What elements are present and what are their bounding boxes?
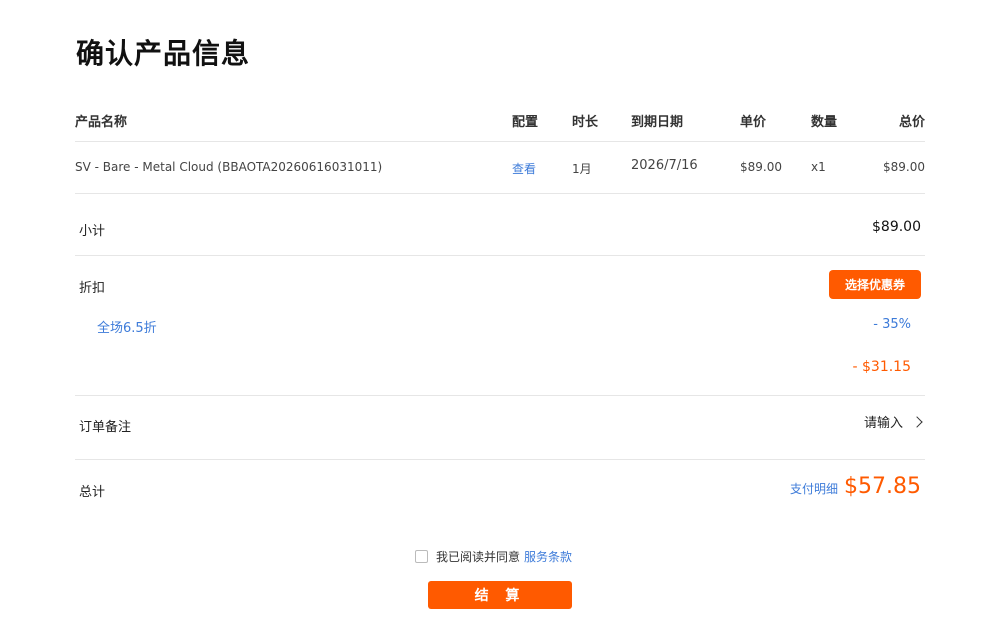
subtotal-label: 小计 — [79, 224, 106, 239]
agree-checkbox[interactable] — [415, 550, 428, 563]
payment-detail-link[interactable]: 支付明细 — [790, 480, 838, 497]
header-unit-price: 单价 — [740, 115, 767, 130]
agreement: 我已阅读并同意 服务条款 — [415, 548, 572, 565]
product-expiry: 2026/7/16 — [631, 158, 698, 173]
divider — [75, 255, 925, 256]
page-title: 确认产品信息 — [76, 37, 251, 70]
product-duration: 1月 — [572, 162, 592, 176]
product-name: SV - Bare - Metal Cloud (BBAOTA202606160… — [75, 160, 383, 174]
divider — [75, 193, 925, 194]
view-config-link[interactable]: 查看 — [512, 160, 536, 177]
select-coupon-button[interactable]: 选择优惠券 — [829, 270, 921, 299]
agreement-text: 我已阅读并同意 — [436, 550, 521, 564]
header-quantity: 数量 — [811, 115, 838, 130]
header-total: 总价 — [898, 115, 925, 130]
divider — [75, 395, 925, 396]
order-note-input[interactable]: 请输入 — [863, 412, 923, 431]
terms-link[interactable]: 服务条款 — [524, 548, 572, 565]
product-unit-price: $89.00 — [740, 160, 782, 174]
chevron-right-icon — [911, 415, 923, 428]
table-header: 产品名称 配置 时长 到期日期 单价 数量 总价 — [75, 111, 925, 131]
subtotal-value: $89.00 — [872, 219, 921, 235]
header-config: 配置 — [512, 115, 539, 130]
discount-amount: - $31.15 — [852, 359, 912, 375]
header-expiry: 到期日期 — [631, 115, 684, 130]
product-quantity: x1 — [811, 160, 826, 174]
table-row: SV - Bare - Metal Cloud (BBAOTA202606160… — [75, 158, 925, 180]
total-value: $57.85 — [844, 474, 921, 499]
divider — [75, 459, 925, 460]
header-name: 产品名称 — [75, 115, 128, 130]
order-note-label: 订单备注 — [79, 420, 132, 435]
discount-name: 全场6.5折 — [97, 321, 157, 336]
total-group: 支付明细 $57.85 — [790, 474, 921, 499]
product-total: $89.00 — [883, 160, 925, 174]
order-note-placeholder: 请输入 — [863, 416, 903, 431]
total-label: 总计 — [79, 485, 106, 500]
discount-percent: - 35% — [873, 317, 911, 332]
checkout-button[interactable]: 结 算 — [428, 581, 572, 609]
discount-label: 折扣 — [79, 281, 106, 296]
divider — [75, 141, 925, 142]
header-duration: 时长 — [572, 115, 599, 130]
